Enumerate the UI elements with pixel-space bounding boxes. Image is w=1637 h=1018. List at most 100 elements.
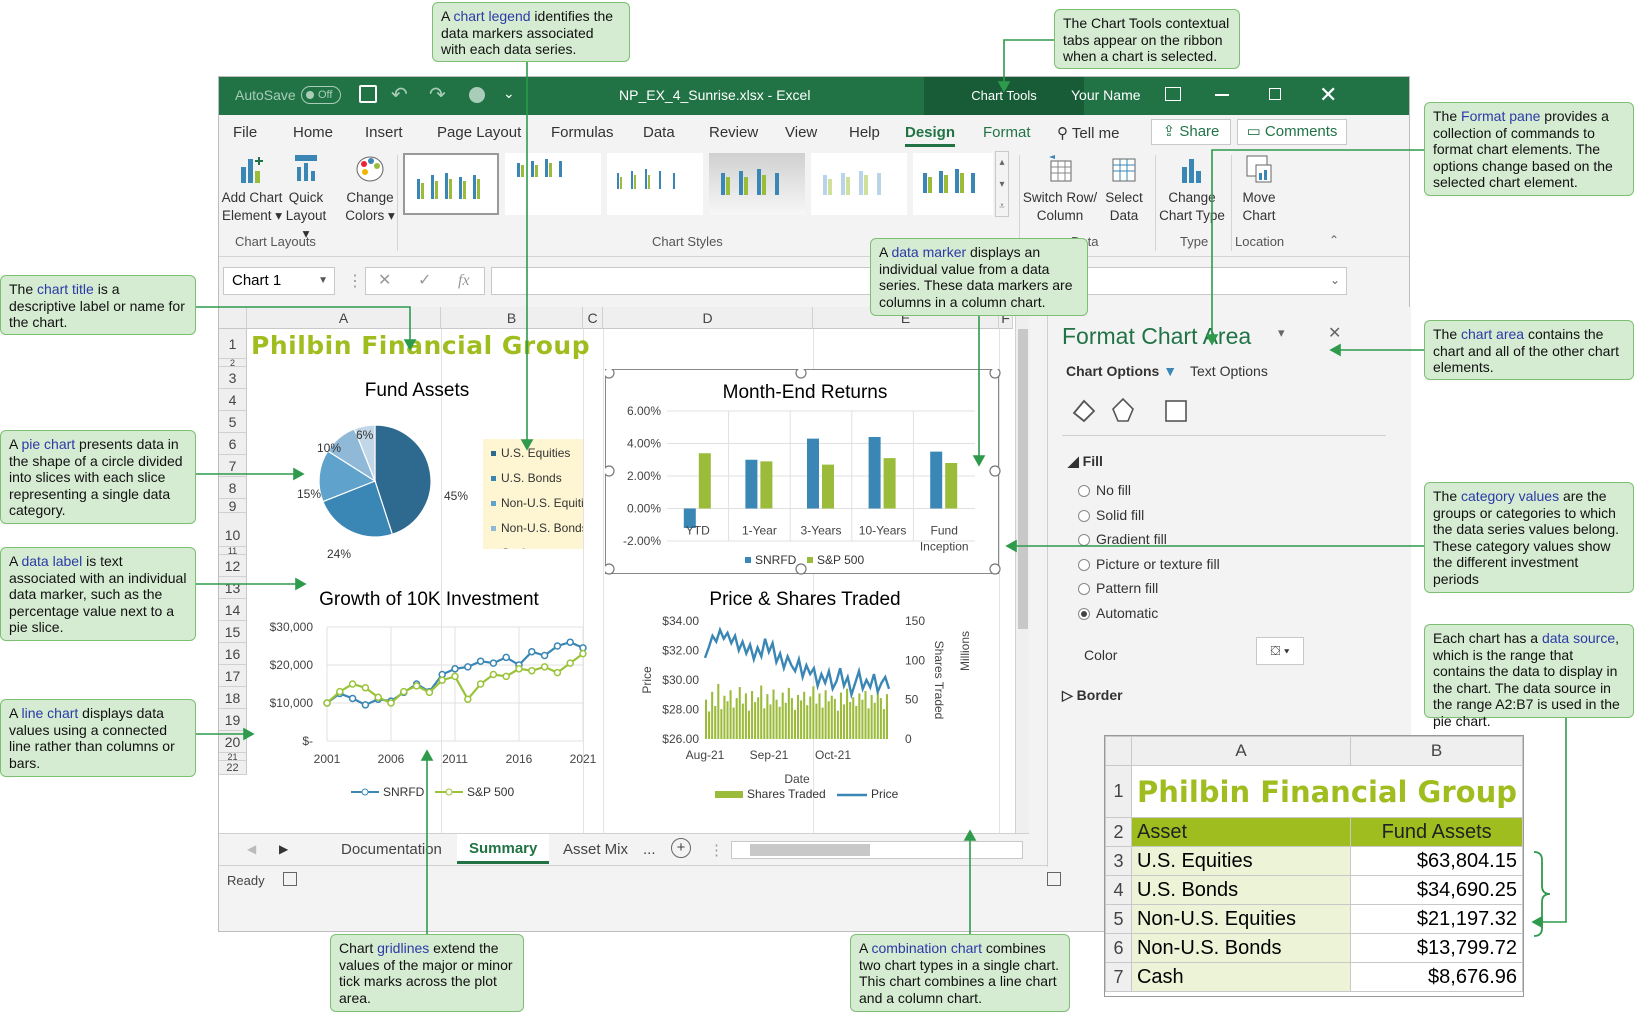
- change-colors-button[interactable]: Change Colors ▾: [343, 153, 397, 225]
- normal-view-icon[interactable]: [1047, 872, 1061, 886]
- table-cell[interactable]: $63,804.15: [1350, 846, 1523, 876]
- tab-help[interactable]: Help: [849, 124, 880, 141]
- data-marker[interactable]: [883, 458, 896, 509]
- chart-style-2[interactable]: [505, 153, 601, 215]
- chart-style-5[interactable]: [811, 153, 907, 215]
- pie-data-label[interactable]: 24%: [327, 547, 351, 561]
- data-marker[interactable]: [868, 437, 881, 509]
- row-header[interactable]: 6: [219, 433, 247, 455]
- chart-title[interactable]: Fund Assets: [365, 380, 470, 401]
- data-marker[interactable]: [807, 438, 819, 509]
- column-header-b[interactable]: B: [441, 307, 583, 329]
- close-icon[interactable]: ✕: [1319, 82, 1337, 108]
- pie-data-label[interactable]: 10%: [317, 441, 341, 455]
- pie-chart[interactable]: Fund Assets 45% 24% 15% 10% 6% U.S. Equi…: [247, 369, 583, 549]
- chart-title[interactable]: Price & Shares Traded: [709, 589, 900, 610]
- table-cell[interactable]: $34,690.25: [1350, 875, 1523, 905]
- table-title[interactable]: Philbin Financial Group: [1130, 765, 1524, 818]
- tab-file[interactable]: File: [233, 124, 257, 141]
- restore-icon[interactable]: [1269, 88, 1281, 100]
- chart-options-tab[interactable]: Chart Options ▼: [1066, 363, 1177, 379]
- combination-chart[interactable]: Price & Shares Traded $34.00 $32.00 $30.00…: [605, 579, 1011, 819]
- fill-section[interactable]: ◢ Fill: [1068, 453, 1103, 470]
- minimize-icon[interactable]: [1215, 94, 1229, 96]
- column-header-b[interactable]: B: [1350, 736, 1523, 766]
- header-cell[interactable]: Fund Assets: [1350, 817, 1523, 847]
- cancel-icon[interactable]: ✕: [378, 268, 391, 294]
- color-picker-button[interactable]: ⛋ ▾: [1256, 637, 1304, 665]
- column-chart[interactable]: Month-End Returns 6.00% 4.00% 2.00% 0.00% -2…: [605, 369, 1001, 575]
- radio-automatic[interactable]: [1078, 608, 1090, 620]
- chart-style-4[interactable]: [709, 153, 805, 215]
- radio-picture-fill[interactable]: [1078, 559, 1090, 571]
- radio-gradient-fill[interactable]: [1078, 534, 1090, 546]
- column-header-d[interactable]: D: [603, 307, 813, 329]
- row-header[interactable]: 16: [219, 643, 247, 665]
- move-chart-button[interactable]: Move Chart: [1233, 153, 1285, 225]
- price-line[interactable]: [703, 626, 891, 700]
- row-header[interactable]: 21: [219, 753, 247, 762]
- change-chart-type-button[interactable]: Change Chart Type: [1155, 153, 1229, 225]
- row-header[interactable]: 7: [219, 455, 247, 477]
- table-cell[interactable]: $8,676.96: [1350, 962, 1523, 992]
- select-data-button[interactable]: Select Data: [1101, 153, 1147, 225]
- data-marker[interactable]: [822, 464, 834, 509]
- border-section[interactable]: ▷ Border: [1062, 687, 1123, 704]
- comments-button[interactable]: ▭ Comments: [1237, 119, 1347, 145]
- size-properties-icon[interactable]: [1165, 400, 1187, 422]
- row-header[interactable]: 14: [219, 599, 247, 621]
- row-header[interactable]: 4: [219, 389, 247, 411]
- tab-formulas[interactable]: Formulas: [551, 124, 614, 141]
- table-cell[interactable]: Non-U.S. Bonds: [1130, 933, 1352, 963]
- tab-design[interactable]: Design: [905, 124, 956, 147]
- row-header[interactable]: 9: [219, 499, 247, 513]
- row-header[interactable]: 3: [219, 367, 247, 389]
- name-box[interactable]: Chart 1 ▼: [223, 267, 335, 295]
- select-all[interactable]: [219, 307, 247, 329]
- chart-title[interactable]: Month-End Returns: [723, 382, 888, 403]
- share-button[interactable]: ⇪ Share: [1151, 119, 1231, 145]
- scroll-left-icon[interactable]: ◀: [247, 842, 256, 856]
- row-header[interactable]: 11: [219, 547, 247, 556]
- radio-pattern-fill[interactable]: [1078, 583, 1090, 595]
- tab-review[interactable]: Review: [709, 124, 758, 141]
- close-pane-icon[interactable]: ✕: [1328, 323, 1341, 343]
- collapse-ribbon-icon[interactable]: ⌃: [1329, 233, 1339, 247]
- chart-style-6[interactable]: [913, 153, 993, 215]
- tab-page-layout[interactable]: Page Layout: [437, 124, 521, 141]
- row-header[interactable]: 8: [219, 477, 247, 499]
- autosave-toggle[interactable]: Off: [301, 86, 341, 104]
- scroll-thumb[interactable]: [1018, 329, 1028, 629]
- tab-format[interactable]: Format: [983, 124, 1031, 141]
- pane-options-icon[interactable]: ▾: [1278, 325, 1285, 341]
- header-cell[interactable]: Asset: [1130, 817, 1352, 847]
- table-cell[interactable]: U.S. Equities: [1130, 846, 1352, 876]
- worksheet[interactable]: A B C D E F 1 2 3 4 5 6 7 8 9 10 11 12 1…: [219, 307, 1029, 833]
- row-header[interactable]: 12: [219, 555, 247, 577]
- radio-no-fill[interactable]: [1078, 485, 1090, 497]
- row-header[interactable]: 5: [219, 411, 247, 433]
- data-marker[interactable]: [698, 453, 711, 509]
- sheet-tab-asset-mix[interactable]: Asset Mix: [563, 841, 628, 858]
- table-cell[interactable]: U.S. Bonds: [1130, 875, 1352, 905]
- row-header[interactable]: 18: [219, 687, 247, 709]
- pie-data-label[interactable]: 45%: [444, 489, 468, 503]
- column-header-c[interactable]: C: [583, 307, 603, 329]
- data-marker[interactable]: [745, 459, 758, 509]
- pie-data-label[interactable]: 6%: [356, 428, 374, 442]
- switch-row-column-button[interactable]: Switch Row/ Column: [1019, 153, 1101, 225]
- scroll-thumb[interactable]: [750, 844, 870, 856]
- sheet-tab-documentation[interactable]: Documentation: [341, 841, 442, 858]
- save-icon[interactable]: [359, 85, 377, 103]
- row-header[interactable]: 20: [219, 731, 247, 753]
- row-header[interactable]: 1: [1105, 765, 1132, 818]
- data-marker[interactable]: [930, 451, 943, 509]
- table-cell[interactable]: $21,197.32: [1350, 904, 1523, 934]
- touch-mode-icon[interactable]: [469, 87, 485, 103]
- expand-formula-icon[interactable]: ⌄: [1330, 273, 1340, 287]
- macro-record-icon[interactable]: [283, 872, 297, 886]
- insert-function-icon[interactable]: fx: [458, 268, 470, 294]
- sheet-title[interactable]: Philbin Financial Group: [251, 331, 590, 360]
- enter-icon[interactable]: ✓: [418, 268, 431, 294]
- row-header[interactable]: 1: [219, 329, 247, 359]
